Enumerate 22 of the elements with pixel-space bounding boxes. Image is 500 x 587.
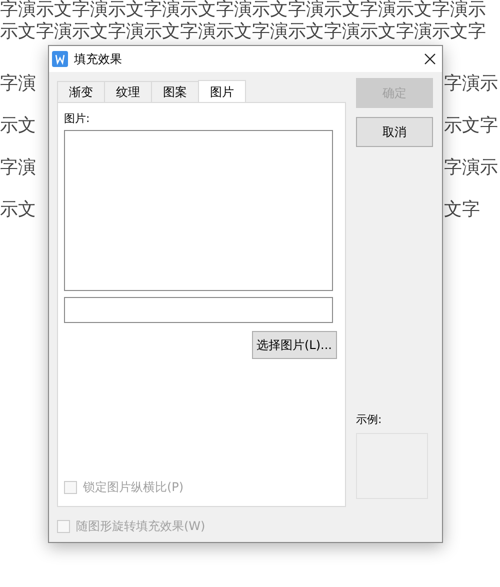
document-text: 字演 — [0, 72, 37, 96]
tab[interactable]: 渐变 — [57, 81, 105, 102]
checkbox-label: 锁定图片纵横比(P) — [83, 479, 184, 496]
document-text: 字演示 — [444, 156, 498, 180]
app-logo-icon — [52, 51, 68, 67]
checkbox-label: 随图形旋转填充效果(W) — [76, 518, 206, 535]
document-text: 字演 — [0, 156, 37, 180]
document-text: 字演示 — [444, 72, 498, 96]
document-text: 示文字 — [444, 114, 498, 138]
window-title: 填充效果 — [74, 51, 122, 68]
picture-label: 图片: — [64, 111, 91, 127]
dialog-button[interactable]: 取消 — [356, 117, 433, 147]
close-icon[interactable] — [424, 53, 436, 65]
sample-label: 示例: — [356, 412, 383, 428]
document-text: 文字 — [444, 198, 480, 222]
document-text: 示文 — [0, 198, 37, 222]
document-text: 示文字演示文字演示文字演示文字演示文字演示文字演示文字 — [0, 22, 487, 42]
document-text: 示文 — [0, 114, 37, 138]
input-field[interactable] — [64, 296, 333, 322]
tab[interactable]: 图片 — [198, 80, 246, 103]
select-picture-button[interactable]: 选择图片(L)... — [252, 330, 337, 358]
document-text: 字演示文字演示文字演示文字演示文字演示文字演示文字演示 — [0, 0, 487, 20]
